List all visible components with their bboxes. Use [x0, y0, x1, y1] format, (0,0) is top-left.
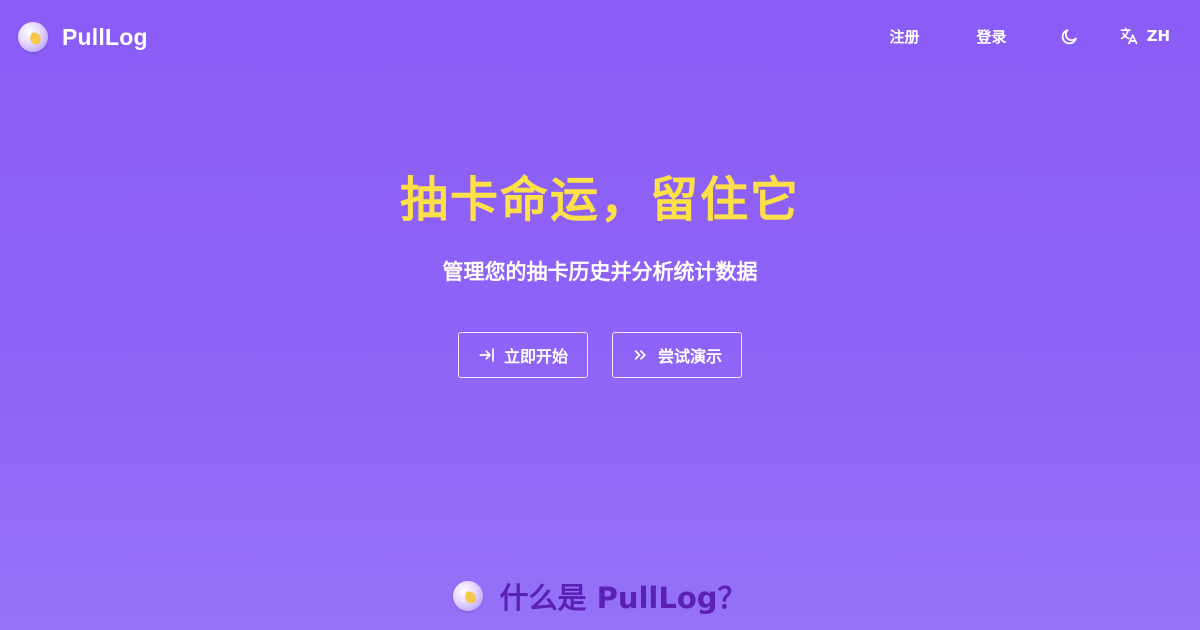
pulllog-logo-icon — [453, 581, 484, 611]
top-navbar: PullLog 注册 登录 ZH — [0, 0, 1200, 72]
pulllog-logo-icon — [18, 22, 48, 52]
translate-icon — [1120, 27, 1137, 45]
login-icon — [479, 348, 494, 362]
moon-icon — [1061, 28, 1077, 44]
get-started-label: 立即开始 — [503, 347, 568, 366]
login-link[interactable]: 登录 — [971, 26, 1013, 47]
hero-subtitle: 管理您的抽卡历史并分析统计数据 — [442, 260, 758, 284]
theme-toggle-button[interactable] — [1059, 25, 1081, 47]
hero-title: 抽卡命运，留住它 — [399, 172, 800, 228]
header-nav: 注册 登录 ZH — [884, 22, 1170, 50]
try-demo-label: 尝试演示 — [657, 347, 722, 366]
signup-link[interactable]: 注册 — [884, 26, 926, 47]
brand[interactable]: PullLog — [18, 22, 148, 52]
language-label: ZH — [1146, 27, 1170, 45]
what-is-section-heading: 什么是 PullLog？ — [0, 576, 1200, 616]
section-title: 什么是 PullLog？ — [499, 581, 747, 615]
get-started-button[interactable]: 立即开始 — [458, 332, 588, 378]
try-demo-button[interactable]: 尝试演示 — [612, 332, 742, 378]
hero-actions: 立即开始 尝试演示 — [458, 332, 742, 378]
chevrons-right-icon — [634, 350, 646, 360]
language-switcher[interactable]: ZH — [1119, 26, 1170, 46]
brand-name: PullLog — [62, 23, 148, 50]
